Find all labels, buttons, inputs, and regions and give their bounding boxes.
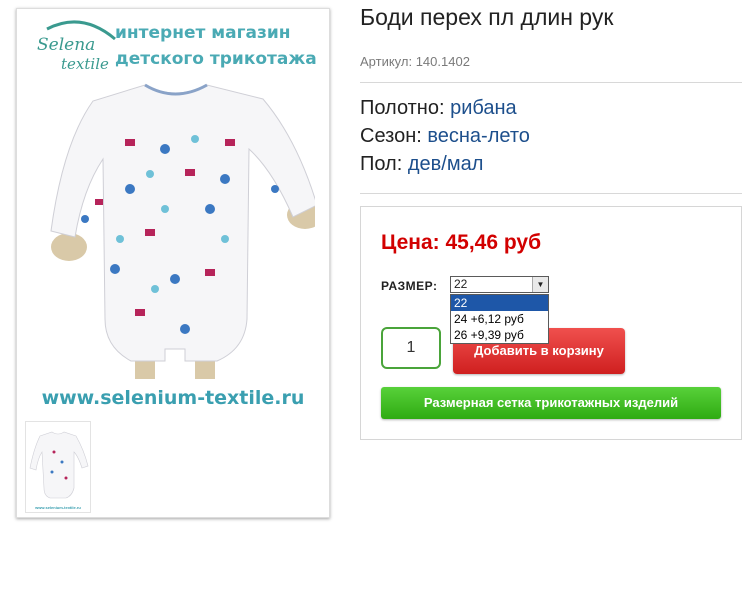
purchase-panel: Цена: 45,46 руб РАЗМЕР: 22 ▼ 22 24 +6,12… [360,206,742,440]
attribute-gender-value[interactable]: дев/мал [408,153,484,175]
shop-slogan-line1: интернет магазин [115,23,291,43]
product-price: Цена: 45,46 руб [381,231,542,254]
shop-slogan-line2: детского трикотажа [115,49,317,69]
product-title: Боди перех пл длин рук [360,4,614,30]
size-label: РАЗМЕР: [381,279,438,293]
thumbnail-url-text: www.selenium-textile.ru [35,505,81,510]
size-select[interactable]: 22 ▼ [450,276,549,293]
chevron-down-icon[interactable]: ▼ [532,277,548,292]
size-dropdown-list: 22 24 +6,12 руб 26 +9,39 руб [450,294,549,344]
divider-bottom [360,193,742,194]
logo-text-line1: Selena [37,35,96,55]
sku-label: Артикул: [360,54,413,69]
attribute-gender: Пол: дев/мал [360,153,483,176]
quantity-input[interactable]: 1 [381,327,441,369]
product-image-card: Selena textile интернет магазин детского… [16,8,330,518]
attribute-season: Сезон: весна-лето [360,125,530,148]
attribute-fabric-value[interactable]: рибана [450,97,517,119]
brand-logo: Selena textile [27,17,117,77]
product-thumbnail[interactable]: www.selenium-textile.ru [25,421,91,513]
divider-top [360,82,742,83]
sku-value: 140.1402 [415,54,470,69]
thumbnail-bodysuit-image [29,431,89,499]
site-url-watermark: www.selenium-textile.ru [41,387,305,409]
attribute-season-value[interactable]: весна-лето [427,125,530,147]
logo-text-line2: textile [61,55,109,73]
attribute-fabric-label: Полотно: [360,97,445,119]
bodysuit-illustration [50,83,315,379]
size-option[interactable]: 22 [451,295,548,311]
product-sku: Артикул: 140.1402 [360,54,470,69]
size-chart-button[interactable]: Размерная сетка трикотажных изделий [381,387,721,419]
size-option[interactable]: 26 +9,39 руб [451,327,548,343]
attribute-gender-label: Пол: [360,153,403,175]
attribute-season-label: Сезон: [360,125,422,147]
size-select-value: 22 [454,277,468,291]
product-main-image[interactable]: Selena textile интернет магазин детского… [17,9,329,417]
size-option[interactable]: 24 +6,12 руб [451,311,548,327]
attribute-fabric: Полотно: рибана [360,97,517,120]
